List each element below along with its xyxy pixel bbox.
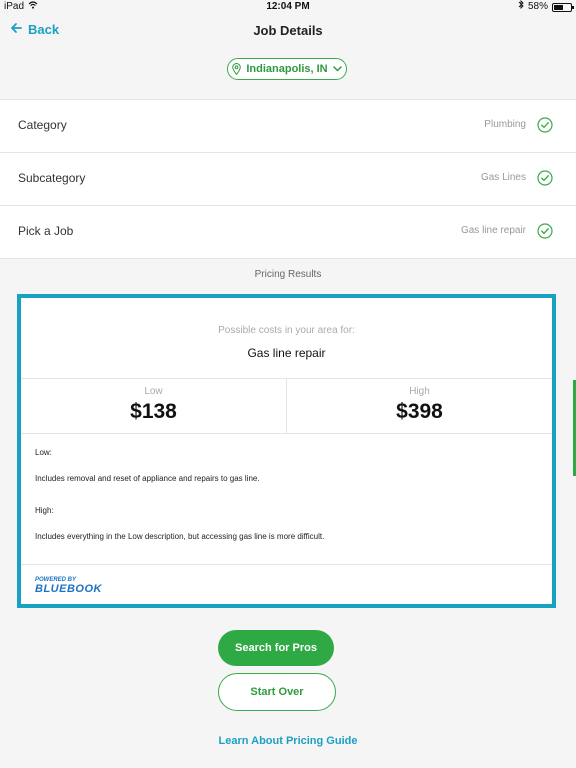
battery-icon bbox=[552, 2, 574, 12]
pick-a-job-row[interactable]: Pick a Job Gas line repair bbox=[0, 206, 576, 259]
job-selection-list: Category Plumbing Subcategory Gas Lines … bbox=[0, 99, 576, 259]
location-selector[interactable]: Indianapolis, IN bbox=[227, 58, 347, 80]
low-label: Low bbox=[144, 386, 163, 397]
check-circle-icon bbox=[537, 117, 553, 138]
location-label: Indianapolis, IN bbox=[246, 63, 328, 75]
row-value: Gas Lines bbox=[480, 172, 526, 183]
row-label: Pick a Job bbox=[18, 224, 74, 238]
low-price: $138 bbox=[130, 400, 177, 423]
low-description: Includes removal and reset of appliance … bbox=[35, 474, 260, 483]
pricing-card: Possible costs in your area for: Gas lin… bbox=[17, 294, 556, 608]
brand-name: BLUEBOOK bbox=[35, 583, 102, 595]
status-time: 12:04 PM bbox=[266, 1, 310, 12]
start-over-button[interactable]: Start Over bbox=[218, 673, 336, 711]
row-value: Plumbing bbox=[484, 119, 526, 130]
row-label: Category bbox=[18, 118, 67, 132]
high-label: High bbox=[409, 386, 430, 397]
high-price-column: High $398 bbox=[287, 379, 552, 433]
subcategory-row[interactable]: Subcategory Gas Lines bbox=[0, 153, 576, 206]
pricing-results-heading: Pricing Results bbox=[254, 269, 322, 280]
category-row[interactable]: Category Plumbing bbox=[0, 100, 576, 153]
chevron-down-icon bbox=[332, 66, 342, 72]
bluetooth-icon bbox=[518, 0, 524, 14]
location-pin-icon bbox=[232, 63, 242, 75]
row-value: Gas line repair bbox=[460, 225, 526, 236]
price-range: Low $138 High $398 bbox=[21, 378, 552, 434]
status-bar: iPad 12:04 PM 58% bbox=[0, 0, 576, 14]
nav-bar: Back Job Details bbox=[0, 14, 576, 50]
row-label: Subcategory bbox=[18, 171, 86, 185]
high-description: Includes everything in the Low descripti… bbox=[35, 532, 325, 541]
bluebook-logo: POWERED BY BLUEBOOK bbox=[35, 577, 102, 595]
pricing-intro: Possible costs in your area for: bbox=[218, 325, 355, 336]
search-for-pros-button[interactable]: Search for Pros bbox=[218, 630, 334, 666]
page-title: Job Details bbox=[253, 23, 323, 38]
check-circle-icon bbox=[537, 170, 553, 191]
low-heading: Low: bbox=[35, 448, 52, 457]
high-heading: High: bbox=[35, 506, 54, 515]
battery-level bbox=[554, 4, 564, 10]
card-divider bbox=[21, 564, 552, 565]
learn-pricing-guide-link[interactable]: Learn About Pricing Guide bbox=[0, 735, 576, 747]
pricing-job-name: Gas line repair bbox=[247, 346, 326, 360]
check-circle-icon bbox=[537, 223, 553, 244]
high-price: $398 bbox=[396, 400, 443, 423]
low-price-column: Low $138 bbox=[21, 379, 287, 433]
status-right: 58% bbox=[518, 0, 574, 14]
battery-percent: 58% bbox=[527, 1, 548, 12]
